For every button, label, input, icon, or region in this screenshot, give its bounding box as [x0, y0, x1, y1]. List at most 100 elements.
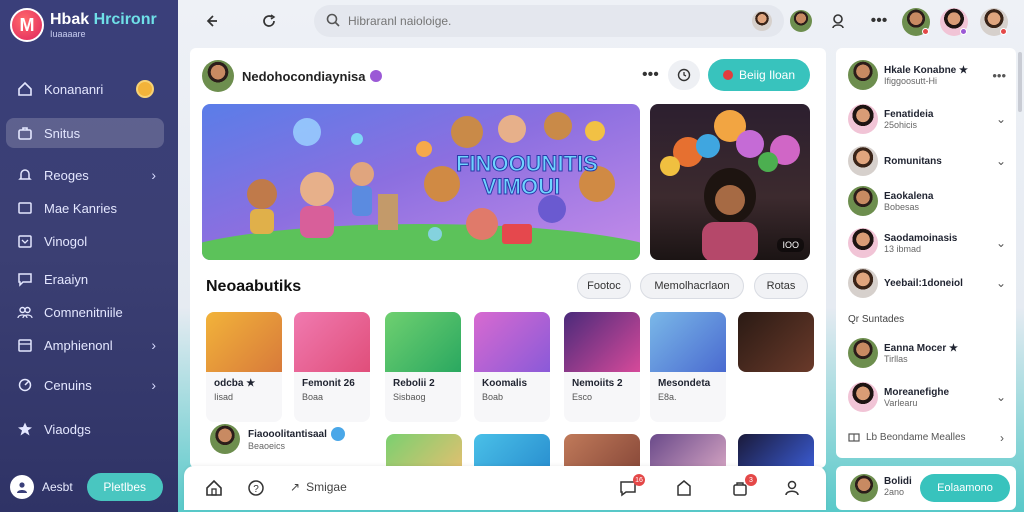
chevron-down-icon[interactable]: ⌄	[996, 236, 1006, 250]
sidebar-item-home[interactable]: Konananri	[6, 74, 164, 104]
home-icon[interactable]	[204, 478, 224, 498]
avatar[interactable]	[752, 11, 772, 31]
media-tile[interactable]: Koomalis Boab	[474, 312, 550, 422]
back-arrow-icon[interactable]	[200, 10, 222, 32]
contact-row[interactable]: Romunitans ⌄	[848, 146, 1008, 176]
sidebar-item-viaodgs[interactable]: Viaodgs	[6, 414, 164, 444]
media-tile[interactable]	[386, 434, 462, 468]
avatar	[848, 268, 878, 298]
store-icon[interactable]	[674, 478, 694, 498]
media-tile[interactable]: Mesondeta E8a.	[650, 312, 726, 422]
sidebar-item-amphienonl[interactable]: Amphienonl ›	[6, 330, 164, 360]
side-media-video[interactable]: IOO	[650, 104, 810, 260]
verified-icon	[369, 70, 382, 82]
tile-title: odcba ★	[214, 378, 256, 389]
sidebar-item-label: Konananri	[44, 81, 104, 97]
scrollbar[interactable]	[1018, 52, 1022, 112]
status-dot	[922, 28, 929, 35]
media-tile[interactable]: Femonit 26 Boaa	[294, 312, 370, 422]
profile-icon[interactable]	[782, 478, 802, 498]
sidebar-item-mae-kanries[interactable]: Mae Kanries	[6, 193, 164, 223]
media-tile[interactable]	[650, 434, 726, 468]
contact-row[interactable]: Moreanefighe Varlearu ⌄	[848, 382, 1008, 412]
svg-text:?: ?	[253, 484, 259, 495]
filter-chip[interactable]: Rotas	[754, 273, 808, 299]
filter-chip[interactable]: Footoc	[577, 273, 631, 299]
avatar[interactable]	[850, 474, 878, 502]
people-icon	[16, 303, 34, 321]
refresh-icon[interactable]	[258, 10, 280, 32]
sidebar-item-community[interactable]: Comnenitniile	[6, 297, 164, 327]
contact-row[interactable]: Hkale Konabne ★ Ifiggoosutt-Hi •••	[848, 60, 1008, 90]
contact-subtitle: 25ohicis	[884, 119, 918, 130]
suggested-user[interactable]: Fiaooolitantisaal Beaoeics	[210, 424, 345, 454]
media-tile[interactable]: Rebolii 2 Sisbaog	[385, 312, 461, 422]
contact-row[interactable]: Fenatideia 25ohicis ⌄	[848, 104, 1008, 134]
bag-icon[interactable]: 3	[730, 474, 757, 498]
primary-action-button[interactable]: Beiig Iloan	[708, 59, 810, 91]
help-icon[interactable]: ?	[246, 478, 266, 498]
contact-name: Eaokalena	[884, 190, 934, 202]
chat-icon	[16, 270, 34, 288]
contact-subtitle: Tirllas	[884, 353, 908, 364]
more-icon[interactable]: •••	[642, 66, 659, 84]
sidebar-item-pages[interactable]: Reoges ›	[6, 160, 164, 190]
sidebar-item-status[interactable]: Snitus	[6, 118, 164, 148]
right-action-button[interactable]: Eolaamono	[920, 474, 1010, 502]
media-tile[interactable]	[738, 434, 814, 468]
bell-icon	[16, 166, 34, 184]
notification-badge: 3	[745, 474, 757, 486]
chevron-right-icon: ›	[151, 337, 156, 353]
sidebar-item-cenuins[interactable]: Cenuins ›	[6, 370, 164, 400]
chevron-down-icon[interactable]: ⌄	[996, 154, 1006, 168]
contact-subtitle: Ifiggoosutt-Hi	[884, 75, 938, 86]
tile-title: Femonit 26	[302, 378, 355, 389]
clock-button[interactable]	[668, 60, 700, 90]
brand[interactable]: M Hbak Hrcironr Iuaaaare	[10, 8, 157, 42]
media-tile[interactable]: Nemoiits 2 Esco	[564, 312, 640, 422]
filter-chip[interactable]: Memolhacrlaon	[640, 273, 744, 299]
suggested-user-name: Fiaooolitantisaal	[248, 428, 327, 440]
contact-row[interactable]: Eaokalena Bobesas	[848, 186, 1008, 216]
user-icon[interactable]	[10, 475, 34, 499]
search-person-icon[interactable]	[828, 10, 850, 32]
coin-icon	[136, 80, 154, 98]
sidebar-item-eraaiyn[interactable]: Eraaiyn	[6, 264, 164, 294]
location-icon	[16, 376, 34, 394]
more-icon[interactable]: •••	[992, 68, 1006, 83]
search-bar[interactable]	[314, 5, 784, 37]
media-tile[interactable]	[564, 434, 640, 468]
contact-name: Romunitans	[884, 155, 942, 167]
suggested-user-subtitle: Beaoeics	[248, 441, 286, 451]
sidebar-item-vinogol[interactable]: Vinogol	[6, 226, 164, 256]
panel-footer-link[interactable]: Lb Beondame Mealles ›	[848, 430, 1004, 445]
sidebar-action-button[interactable]: Pletlbes	[86, 473, 163, 501]
contact-row[interactable]: Yeebail:1doneiol ⌄	[848, 268, 1008, 298]
chevron-down-icon[interactable]: ⌄	[996, 112, 1006, 126]
tile-thumbnail	[738, 312, 814, 372]
contact-row[interactable]: Eanna Mocer ★ Tirllas	[848, 338, 1008, 368]
messages-icon[interactable]: 16	[618, 474, 645, 498]
sidebar-item-label: Cenuins	[44, 377, 92, 393]
media-tile[interactable]	[474, 434, 550, 468]
share-link[interactable]: ↗ Smigae	[290, 480, 347, 494]
banner-image[interactable]: FINOOUNITIS VIMOUI	[202, 104, 640, 260]
avatar[interactable]	[202, 60, 234, 92]
tile-thumbnail	[385, 312, 461, 372]
contact-name: Yeebail:1doneiol	[884, 277, 963, 289]
post-author[interactable]: Nedohocondiaynisa	[242, 69, 366, 84]
avatar	[848, 338, 878, 368]
chevron-down-icon[interactable]: ⌄	[996, 276, 1006, 290]
avatar	[210, 424, 240, 454]
tile-subtitle: Iisad	[214, 392, 234, 402]
search-input[interactable]	[348, 14, 728, 28]
media-tile[interactable]: odcba ★ Iisad	[206, 312, 282, 422]
record-icon	[722, 70, 733, 80]
chevron-down-icon[interactable]: ⌄	[996, 390, 1006, 404]
media-tile[interactable]	[738, 312, 814, 372]
avatar[interactable]	[790, 10, 812, 32]
avatar	[848, 146, 878, 176]
more-icon[interactable]: •••	[868, 10, 890, 32]
contact-row[interactable]: Saodamoinasis 13 ibmad ⌄	[848, 228, 1008, 258]
tile-subtitle: E8a.	[658, 392, 677, 402]
